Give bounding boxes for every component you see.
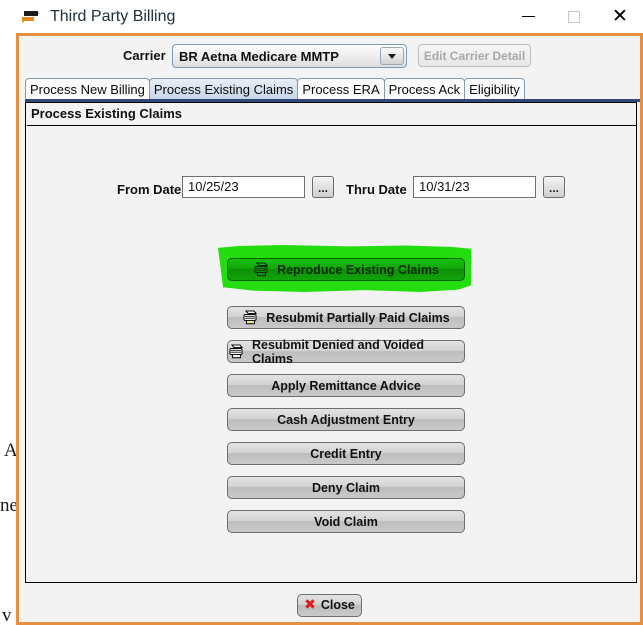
tab-eligibility[interactable]: Eligibility [464, 78, 525, 99]
maximize-button[interactable] [551, 0, 597, 33]
tab-strip: Process New Billing Process Existing Cla… [25, 78, 525, 99]
reproduce-existing-claims-label: Reproduce Existing Claims [277, 262, 439, 277]
resubmit-denied-and-voided-claims-button[interactable]: Resubmit Denied and Voided Claims [227, 337, 465, 366]
tab-process-ack[interactable]: Process Ack [383, 78, 466, 99]
cash-adjustment-entry-button[interactable]: Cash Adjustment Entry [227, 408, 465, 431]
minimize-button[interactable] [505, 0, 551, 33]
resubmit-partially-paid-claims-label: Resubmit Partially Paid Claims [266, 310, 450, 325]
resubmit-partially-paid-claims-button[interactable]: Resubmit Partially Paid Claims [227, 306, 465, 329]
maximize-icon [568, 10, 580, 23]
carrier-selected-value: BR Aetna Medicare MMTP [179, 48, 339, 64]
red-x-icon: ✖ [304, 597, 316, 613]
apply-remittance-advice-button[interactable]: Apply Remittance Advice [227, 374, 465, 397]
minimize-icon [521, 16, 535, 17]
printer-icon [242, 310, 259, 325]
close-button[interactable]: ✖ Close [297, 593, 362, 617]
client-area: Carrier BR Aetna Medicare MMTP Edit Carr… [19, 36, 640, 622]
background-left-strip [0, 0, 16, 625]
footer-bar: ✖ Close [19, 588, 640, 622]
close-icon: ✕ [612, 5, 628, 27]
void-claim-button[interactable]: Void Claim [227, 510, 465, 533]
from-date-picker-button[interactable]: ... [312, 176, 334, 198]
resubmit-denied-and-voided-claims-label: Resubmit Denied and Voided Claims [252, 337, 425, 366]
thru-date-picker-button[interactable]: ... [543, 176, 565, 198]
close-window-button[interactable]: ✕ [597, 0, 643, 33]
screenshot-root: A ne v Third Party Billing ✕ Carrier BR … [0, 0, 643, 625]
tab-process-new-billing[interactable]: Process New Billing [25, 78, 150, 99]
window-controls: ✕ [505, 0, 643, 33]
edit-carrier-detail-button[interactable]: Edit Carrier Detail [418, 44, 531, 67]
credit-entry-button[interactable]: Credit Entry [227, 442, 465, 465]
reproduce-existing-claims-button[interactable]: Reproduce Existing Claims [227, 258, 465, 281]
thru-date-input[interactable]: 10/31/23 [413, 176, 536, 198]
tab-process-era[interactable]: Process ERA [297, 78, 385, 99]
window-title: Third Party Billing [50, 7, 176, 25]
background-text-fragment-3: v [2, 605, 12, 625]
panel-title: Process Existing Claims [31, 106, 183, 121]
title-bar: Third Party Billing ✕ [16, 0, 643, 36]
thru-date-label: Thru Date [346, 182, 407, 197]
panel-divider [27, 125, 637, 126]
close-button-label: Close [320, 598, 355, 612]
carrier-row: Carrier BR Aetna Medicare MMTP Edit Carr… [19, 44, 640, 74]
printer-icon [253, 262, 270, 277]
from-date-label: From Date [117, 182, 182, 197]
deny-claim-button[interactable]: Deny Claim [227, 476, 465, 499]
carrier-label: Carrier [123, 48, 166, 63]
chevron-down-icon[interactable] [380, 47, 404, 65]
from-date-input[interactable]: 10/25/23 [182, 176, 305, 198]
printer-icon [228, 344, 245, 359]
billing-arrow-icon [20, 8, 42, 26]
tab-process-existing-claims[interactable]: Process Existing Claims [148, 78, 299, 99]
carrier-select[interactable]: BR Aetna Medicare MMTP [172, 44, 407, 68]
